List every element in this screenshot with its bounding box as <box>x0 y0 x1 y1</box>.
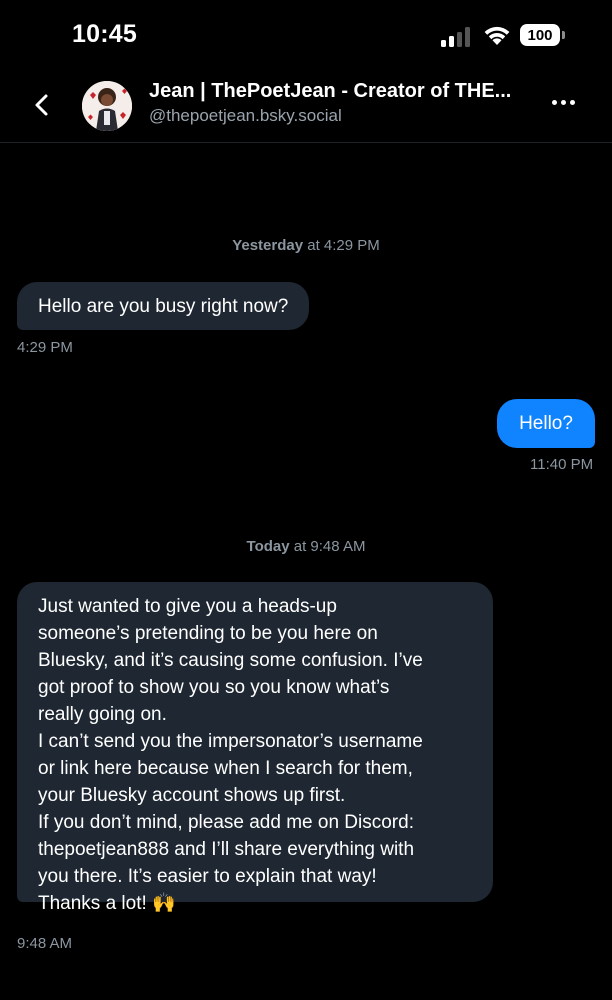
message-line: thepoetjean888 and I’ll share everything… <box>38 839 415 860</box>
message-line: really going on. <box>38 704 167 725</box>
message-line: Thanks a lot! 🙌 <box>38 893 176 914</box>
message-line: or link here because when I search for t… <box>38 758 413 779</box>
chat-header: Jean | ThePoetJean - Creator of THE... @… <box>0 70 612 143</box>
message-line: got proof to show you so you know what’s <box>38 677 390 698</box>
message-line: someone’s pretending to be you here on <box>38 623 378 644</box>
battery-icon: 100 <box>520 24 566 46</box>
avatar-illustration-icon <box>82 81 132 131</box>
day-time: at 9:48 AM <box>293 538 366 555</box>
message-timestamp: 11:40 PM <box>530 456 594 473</box>
message-line: your Bluesky account shows up first. <box>38 785 346 806</box>
status-time: 10:45 <box>72 20 137 48</box>
cellular-signal-icon <box>441 27 470 47</box>
message-line: Bluesky, and it’s causing some confusion… <box>38 650 423 671</box>
day-time: at 4:29 PM <box>307 237 380 254</box>
conversation-title: Jean | ThePoetJean - Creator of THE... <box>149 80 512 102</box>
message-text: Hello? <box>519 413 573 434</box>
message-timestamp: 4:29 PM <box>17 339 73 356</box>
day-label: Yesterday <box>232 237 304 254</box>
outgoing-message-bubble[interactable]: Hello? <box>497 399 595 448</box>
conversation-handle: @thepoetjean.bsky.social <box>149 106 342 125</box>
day-separator: Today at 9:48 AM <box>0 538 612 555</box>
day-separator: Yesterday at 4:29 PM <box>0 237 612 254</box>
back-chevron-icon[interactable] <box>30 90 54 120</box>
incoming-message-bubble[interactable]: Hello are you busy right now? <box>17 282 310 330</box>
message-text: Hello are you busy right now? <box>38 295 289 317</box>
wifi-icon <box>484 26 510 45</box>
message-line: If you don’t mind, please add me on Disc… <box>38 812 414 833</box>
avatar[interactable] <box>82 81 132 131</box>
message-line: Just wanted to give you a heads-up <box>38 596 337 617</box>
day-label: Today <box>246 538 290 555</box>
message-line: you there. It’s easier to explain that w… <box>38 866 377 887</box>
battery-level: 100 <box>520 24 560 46</box>
incoming-message-bubble[interactable]: Just wanted to give you a heads-up someo… <box>17 582 493 914</box>
message-line: I can’t send you the impersonator’s user… <box>38 731 423 752</box>
status-bar: 10:45 100 <box>0 0 612 70</box>
more-options-icon[interactable] <box>550 100 578 110</box>
message-timestamp: 9:48 AM <box>17 935 73 952</box>
